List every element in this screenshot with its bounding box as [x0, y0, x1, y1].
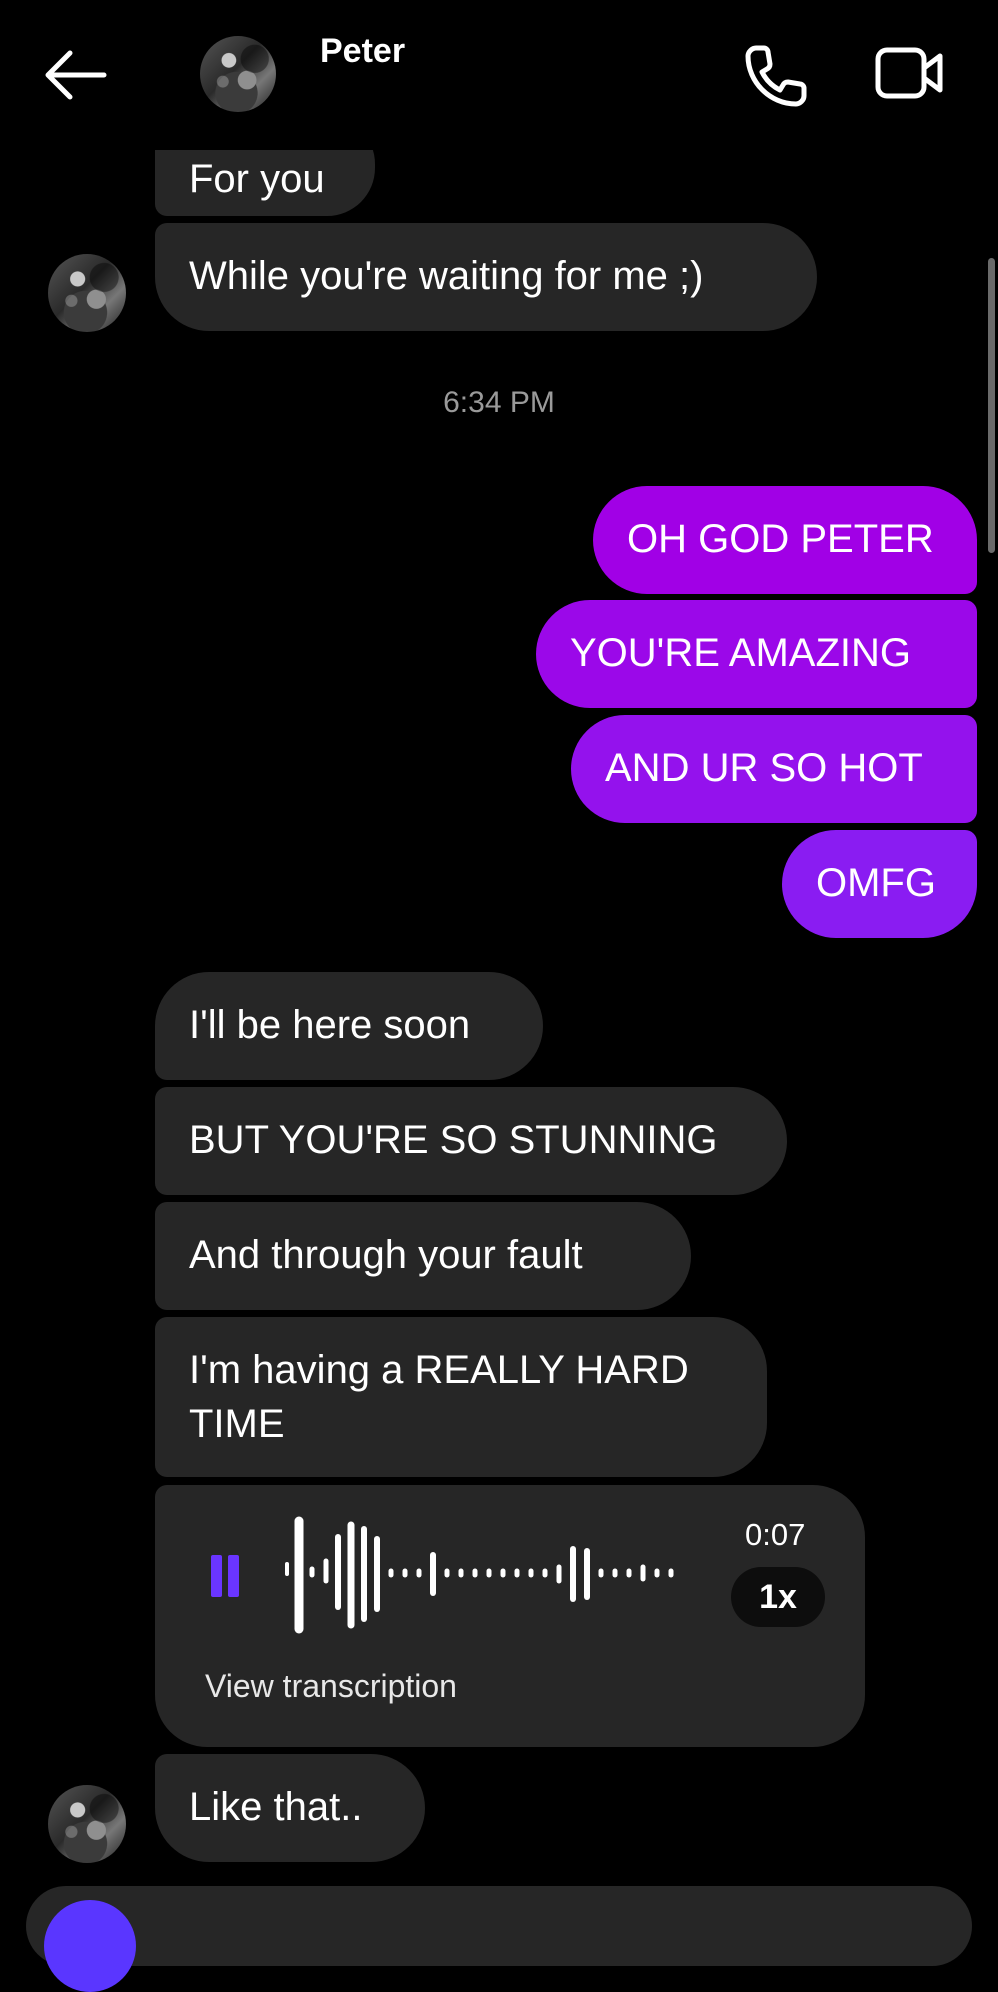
pause-button[interactable]: [207, 1547, 247, 1603]
contact-name[interactable]: Peter: [320, 32, 405, 71]
message-text: For you: [189, 157, 325, 201]
view-transcription-link[interactable]: View transcription: [205, 1668, 457, 1705]
message-text: And through your fault: [189, 1233, 583, 1277]
message-bubble-received[interactable]: And through your fault: [155, 1202, 691, 1310]
message-bubble-received[interactable]: While you're waiting for me ;): [155, 223, 817, 331]
pause-icon: [211, 1555, 222, 1597]
voice-duration: 0:07: [745, 1517, 806, 1552]
pause-icon-bar: [228, 1555, 239, 1597]
message-bubble-sent[interactable]: AND UR SO HOT: [571, 715, 977, 823]
message-bubble-sent[interactable]: YOU'RE AMAZING: [536, 600, 977, 708]
timestamp: 6:34 PM: [443, 386, 555, 419]
phone-icon: [745, 45, 807, 107]
voice-message: 0:07 1x View transcription: [155, 1485, 865, 1747]
audio-call-button[interactable]: [742, 40, 812, 110]
chat-header: Peter: [0, 0, 998, 150]
camera-button[interactable]: [44, 1900, 136, 1992]
contact-avatar[interactable]: [200, 36, 276, 112]
message-text: I'm having a REALLY HARD TIME: [189, 1348, 689, 1446]
message-text: YOU'RE AMAZING: [570, 631, 912, 675]
message-bubble-received[interactable]: I'll be here soon: [155, 972, 543, 1080]
message-text: While you're waiting for me ;): [189, 254, 704, 298]
message-text: Like that..: [189, 1785, 363, 1829]
back-button[interactable]: [40, 45, 110, 105]
sender-avatar[interactable]: [48, 1785, 126, 1863]
playback-speed-button[interactable]: 1x: [731, 1567, 825, 1627]
message-bubble-received[interactable]: Like that..: [155, 1754, 425, 1862]
message-text: I'll be here soon: [189, 1003, 471, 1047]
audio-waveform[interactable]: [285, 1509, 715, 1639]
video-call-button[interactable]: [874, 44, 946, 104]
message-composer[interactable]: [26, 1886, 972, 1966]
message-text: OMFG: [816, 861, 936, 905]
message-text: AND UR SO HOT: [605, 746, 923, 790]
message-text: OH GOD PETER: [627, 517, 934, 561]
video-camera-icon: [875, 47, 943, 99]
arrow-left-icon: [45, 50, 107, 100]
message-bubble-sent[interactable]: OH GOD PETER: [593, 486, 977, 594]
message-bubble-sent[interactable]: OMFG: [782, 830, 977, 938]
message-bubble-received[interactable]: BUT YOU'RE SO STUNNING: [155, 1087, 787, 1195]
message-text: BUT YOU'RE SO STUNNING: [189, 1118, 718, 1162]
message-bubble-received[interactable]: I'm having a REALLY HARD TIME: [155, 1317, 767, 1477]
sender-avatar[interactable]: [48, 254, 126, 332]
